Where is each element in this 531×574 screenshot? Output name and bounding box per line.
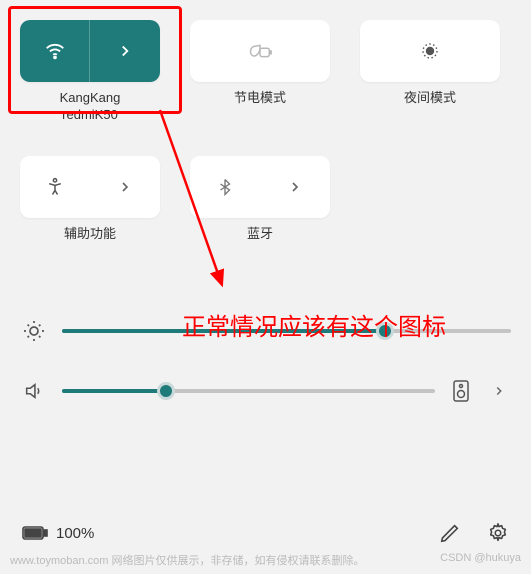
gear-icon: [487, 522, 509, 544]
accessibility-icon: [45, 177, 65, 197]
nightmode-label: 夜间模式: [404, 90, 456, 107]
brightness-icon: [20, 317, 48, 345]
accessibility-expand-half[interactable]: [90, 156, 160, 218]
volume-expand[interactable]: [487, 384, 511, 398]
bluetooth-label: 蓝牙: [247, 226, 273, 243]
battery-text: 100%: [56, 525, 94, 542]
wifi-icon: [44, 40, 66, 62]
watermark-left: www.toymoban.com 网络图片仅供展示，非存储，如有侵权请联系删除。: [10, 552, 364, 568]
accessibility-label: 辅助功能: [64, 226, 116, 243]
wifi-tile[interactable]: [20, 20, 160, 82]
wifi-label: KangKang redmiK50: [60, 90, 121, 124]
chevron-right-icon: [492, 384, 506, 398]
bluetooth-tile[interactable]: [190, 156, 330, 218]
bluetooth-icon: [216, 177, 234, 197]
edit-button[interactable]: [439, 522, 461, 544]
wifi-toggle-half[interactable]: [20, 20, 90, 82]
nightmode-icon: [418, 39, 442, 63]
brightness-slider[interactable]: [62, 321, 511, 341]
battery-status[interactable]: 100%: [22, 525, 94, 542]
accessibility-toggle-half[interactable]: [20, 156, 90, 218]
volume-slider[interactable]: [62, 381, 435, 401]
wifi-expand-half[interactable]: [90, 20, 160, 82]
nightmode-tile[interactable]: [360, 20, 500, 82]
speaker-device-icon: [452, 380, 470, 402]
chevron-right-icon: [117, 179, 133, 195]
settings-button[interactable]: [487, 522, 509, 544]
chevron-right-icon: [116, 42, 134, 60]
bluetooth-toggle-half[interactable]: [190, 156, 260, 218]
powersave-tile[interactable]: [190, 20, 330, 82]
leaf-battery-icon: [247, 40, 273, 62]
pencil-icon: [439, 522, 461, 544]
accessibility-tile[interactable]: [20, 156, 160, 218]
chevron-right-icon: [287, 179, 303, 195]
audio-output-button[interactable]: [449, 380, 473, 402]
battery-icon: [22, 525, 48, 541]
volume-icon: [20, 377, 48, 405]
watermark-right: CSDN @hukuya: [440, 552, 521, 568]
powersave-label: 节电模式: [234, 90, 286, 107]
bluetooth-expand-half[interactable]: [260, 156, 330, 218]
